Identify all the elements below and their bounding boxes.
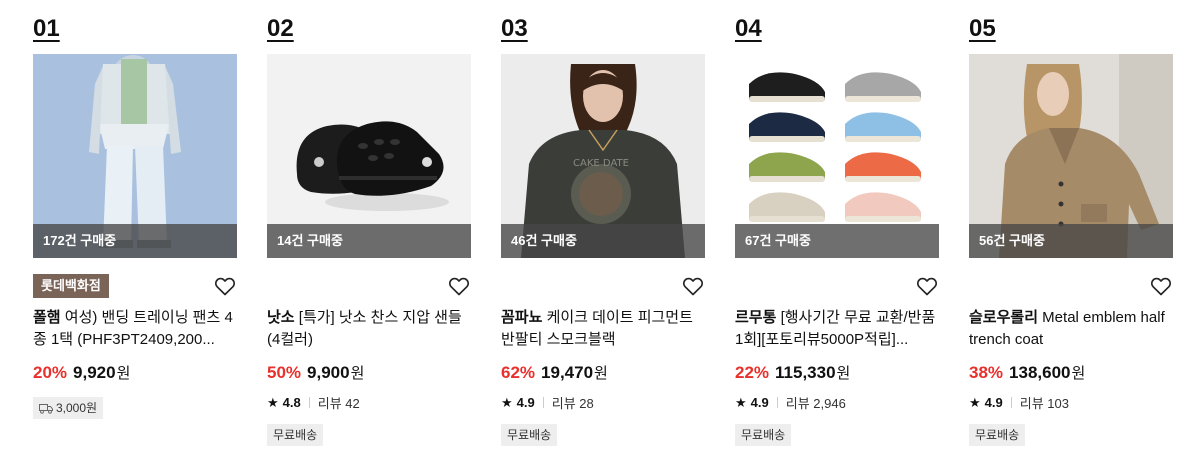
wishlist-heart-icon[interactable] bbox=[213, 274, 237, 298]
divider bbox=[776, 397, 778, 408]
discount-rate: 20% bbox=[33, 363, 68, 382]
buying-count-overlay: 46건 구매중 bbox=[501, 224, 705, 258]
product-name: 여성) 밴딩 트레이닝 팬츠 4종 1택 (PHF3PT2409,200... bbox=[33, 309, 233, 348]
star-icon: ★ bbox=[501, 394, 513, 410]
review-count: 리뷰 2,946 bbox=[785, 396, 846, 411]
brand-name: 낫소 bbox=[267, 309, 295, 326]
discount-rate: 38% bbox=[969, 363, 1004, 382]
star-icon: ★ bbox=[267, 394, 279, 410]
product-title[interactable]: 르무통 [행사기간 무료 교환/반품 1회][포토리뷰5000P적립]... bbox=[735, 307, 939, 351]
rank-number: 01 bbox=[33, 15, 60, 42]
rating-line: ★ 4.8 리뷰 42 bbox=[267, 393, 360, 412]
buying-count-overlay: 172건 구매중 bbox=[33, 224, 237, 258]
wishlist-heart-icon[interactable] bbox=[447, 274, 471, 298]
price-line: 20% 9,920원 bbox=[33, 362, 130, 383]
product-image[interactable]: 14건 구매중 bbox=[267, 54, 471, 258]
discount-rate: 22% bbox=[735, 363, 770, 382]
rating-score: 4.9 bbox=[750, 395, 769, 410]
free-shipping-badge: 무료배송 bbox=[735, 424, 792, 446]
brand-name: 꼼파뇨 bbox=[501, 309, 543, 326]
price-line: 38% 138,600원 bbox=[969, 362, 1085, 383]
divider bbox=[1010, 397, 1012, 408]
discount-rate: 50% bbox=[267, 363, 302, 382]
rank-number: 04 bbox=[735, 15, 762, 42]
product-image[interactable]: CAKE DATE 46건 구매중 bbox=[501, 54, 705, 258]
buying-count-overlay: 14건 구매중 bbox=[267, 224, 471, 258]
rating-line: ★ 4.9 리뷰 2,946 bbox=[735, 393, 846, 412]
buying-count-overlay: 67건 구매중 bbox=[735, 224, 939, 258]
brand-name: 폴햄 bbox=[33, 309, 61, 326]
review-count: 리뷰 103 bbox=[1019, 396, 1069, 411]
product-title[interactable]: 꼼파뇨 케이크 데이트 피그먼트 반팔티 스모크블랙 bbox=[501, 307, 705, 351]
product-title[interactable]: 폴햄 여성) 밴딩 트레이닝 팬츠 4종 1택 (PHF3PT2409,200.… bbox=[33, 307, 237, 351]
discount-rate: 62% bbox=[501, 363, 536, 382]
wishlist-heart-icon[interactable] bbox=[1149, 274, 1173, 298]
sale-price: 115,330 bbox=[775, 363, 836, 382]
divider bbox=[542, 397, 544, 408]
price-line: 50% 9,900원 bbox=[267, 362, 364, 383]
sale-price: 9,920 bbox=[73, 363, 116, 382]
product-title[interactable]: 슬로우롤리 Metal emblem half trench coat bbox=[969, 307, 1173, 351]
rating-line: ★ 4.9 리뷰 103 bbox=[969, 393, 1069, 412]
currency-unit: 원 bbox=[350, 365, 365, 382]
rating-score: 4.9 bbox=[984, 395, 1003, 410]
shipping-fee-badge: 3,000원 bbox=[33, 397, 104, 419]
divider bbox=[308, 397, 310, 408]
buying-count-overlay: 56건 구매중 bbox=[969, 224, 1173, 258]
free-shipping-badge: 무료배송 bbox=[267, 424, 324, 446]
rating-score: 4.8 bbox=[282, 395, 301, 410]
currency-unit: 원 bbox=[594, 365, 608, 382]
price-line: 62% 19,470원 bbox=[501, 362, 608, 383]
shipping-fee: 3,000원 bbox=[56, 401, 98, 415]
svg-text:CAKE DATE: CAKE DATE bbox=[573, 158, 629, 169]
currency-unit: 원 bbox=[836, 365, 851, 382]
ranking-product-row: 01 172건 구매중 롯데백화점 폴햄 여성) 밴딩 트레이닝 팬츠 4종 1… bbox=[0, 0, 1195, 475]
star-icon: ★ bbox=[735, 394, 747, 410]
rank-number: 02 bbox=[267, 15, 294, 42]
wishlist-heart-icon[interactable] bbox=[681, 274, 705, 298]
brand-name: 르무통 bbox=[735, 309, 777, 326]
rating-score: 4.9 bbox=[516, 395, 535, 410]
currency-unit: 원 bbox=[1071, 365, 1086, 382]
store-badge: 롯데백화점 bbox=[33, 274, 109, 298]
sale-price: 138,600 bbox=[1009, 363, 1071, 382]
price-line: 22% 115,330원 bbox=[735, 362, 850, 383]
product-title[interactable]: 낫소 [특가] 낫소 찬스 지압 샌들(4컬러) bbox=[267, 307, 471, 351]
review-count: 리뷰 42 bbox=[317, 396, 360, 411]
product-image[interactable]: 56건 구매중 bbox=[969, 54, 1173, 258]
review-count: 리뷰 28 bbox=[551, 396, 594, 411]
truck-icon bbox=[39, 403, 53, 414]
wishlist-heart-icon[interactable] bbox=[915, 274, 939, 298]
star-icon: ★ bbox=[969, 394, 981, 410]
brand-name: 슬로우롤리 bbox=[969, 309, 1039, 326]
free-shipping-badge: 무료배송 bbox=[969, 424, 1026, 446]
sale-price: 19,470 bbox=[541, 363, 594, 382]
rating-line: ★ 4.9 리뷰 28 bbox=[501, 393, 594, 412]
sale-price: 9,900 bbox=[307, 363, 350, 382]
product-image[interactable]: 67건 구매중 bbox=[735, 54, 939, 258]
rank-number: 05 bbox=[969, 15, 996, 42]
product-image[interactable]: 172건 구매중 bbox=[33, 54, 237, 258]
product-name: [특가] 낫소 찬스 지압 샌들(4컬러) bbox=[267, 309, 462, 348]
free-shipping-badge: 무료배송 bbox=[501, 424, 558, 446]
currency-unit: 원 bbox=[116, 365, 131, 382]
rank-number: 03 bbox=[501, 15, 528, 42]
